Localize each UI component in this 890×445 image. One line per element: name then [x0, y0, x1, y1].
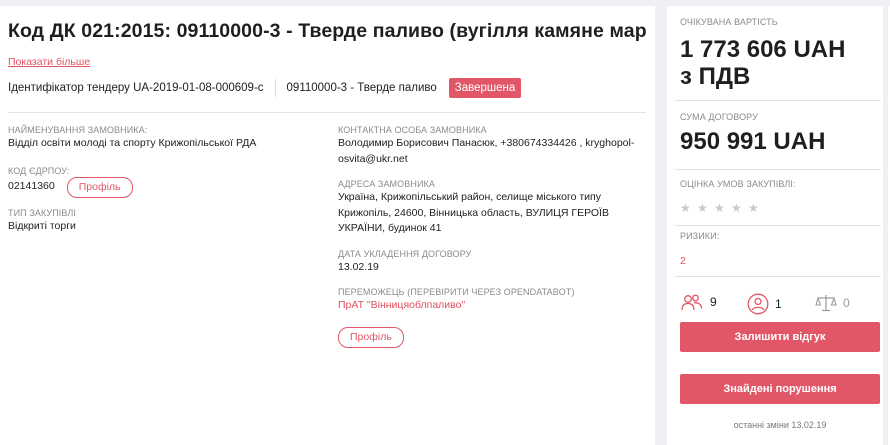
tender-id: Ідентифікатор тендеру UA-2019-01-08-0006… — [8, 82, 264, 94]
customer-info-column: НАЙМЕНУВАННЯ ЗАМОВНИКА: Відділ освіти мо… — [8, 124, 318, 234]
tender-sidebar: ОЧІКУВАНА ВАРТІСТЬ 1 773 606 UAH з ПДВ С… — [667, 6, 883, 445]
customer-name-label: НАЙМЕНУВАННЯ ЗАМОВНИКА: — [8, 125, 148, 135]
disputes-count: 0 — [843, 296, 850, 310]
customer-name-value: Відділ освіти молоді та спорту Крижопіль… — [8, 137, 257, 149]
address-line2: Крижопіль, 24600, Вінницька область, ВУЛ… — [338, 206, 609, 219]
contract-date-label: ДАТА УКЛАДЕННЯ ДОГОВОРУ — [338, 248, 472, 259]
edrpou-row: 02141360 Профіль — [8, 176, 318, 198]
complaints-stat: 1 — [747, 293, 782, 315]
procurement-type-value: Відкриті торги — [8, 219, 76, 232]
expected-value-vat: з ПДВ — [680, 63, 751, 90]
disputes-stat: 0 — [815, 293, 850, 313]
customer-profile-button[interactable]: Профіль — [66, 176, 133, 198]
scales-icon — [815, 293, 837, 313]
participants-count: 9 — [710, 295, 717, 309]
risks-value[interactable]: 2 — [680, 255, 686, 267]
contact-person-label: КОНТАКТНА ОСОБА ЗАМОВНИКА — [338, 125, 487, 135]
star-icon: ★ — [748, 201, 759, 215]
contact-person-line1: Володимир Борисович Панасюк, +3806743344… — [338, 137, 635, 149]
last-change-text: останні зміни 13.02.19 — [733, 420, 827, 430]
found-violations-button[interactable]: Знайдені порушення — [680, 374, 880, 404]
show-more-link[interactable]: Показати більше — [8, 56, 90, 68]
star-icon: ★ — [680, 201, 691, 215]
complaints-count: 1 — [775, 297, 782, 311]
procurement-type-label: ТИП ЗАКУПІВЛІ — [8, 207, 77, 218]
expected-value-amount: 1 773 606 UAH — [680, 36, 846, 63]
address-label: АДРЕСА ЗАМОВНИКА — [338, 179, 435, 189]
edrpou-value: 02141360 — [8, 180, 55, 193]
winner-profile-row: Профіль — [338, 326, 650, 348]
status-badge: Завершена — [448, 78, 522, 98]
contract-sum-label: СУМА ДОГОВОРУ — [680, 112, 758, 122]
tender-main-card: Код ДК 021:2015: 09110000-3 - Тверде пал… — [0, 6, 655, 445]
edrpou-label: КОД ЄДРПОУ: — [8, 165, 70, 176]
contact-info-column: КОНТАКТНА ОСОБА ЗАМОВНИКА Володимир Бори… — [338, 124, 650, 348]
rating-stars: ★ ★ ★ ★ ★ — [680, 202, 760, 214]
tender-cpv: 09110000-3 - Тверде паливо — [286, 82, 437, 94]
address-line3: УКРАЇНИ, будинок 41 — [338, 222, 442, 234]
sidebar-divider — [675, 169, 881, 170]
sidebar-divider — [675, 225, 881, 226]
winner-link[interactable]: ПрАТ "Вінницяоблпаливо" — [338, 298, 650, 314]
star-icon: ★ — [697, 201, 708, 215]
winner-profile-button[interactable]: Профіль — [338, 326, 404, 348]
sidebar-divider — [675, 100, 881, 101]
participants-stat: 9 — [680, 293, 717, 311]
risks-label: РИЗИКИ: — [680, 231, 720, 241]
leave-feedback-button[interactable]: Залишити відгук — [680, 322, 880, 352]
page-title: Код ДК 021:2015: 09110000-3 - Тверде пал… — [8, 20, 648, 42]
contact-person-line2: osvita@ukr.net — [338, 152, 408, 165]
section-divider — [8, 112, 646, 113]
contract-date-value: 13.02.19 — [338, 260, 379, 273]
star-icon: ★ — [714, 201, 725, 215]
address-line1: Україна, Крижопільський район, селище мі… — [338, 191, 601, 203]
expected-value-label: ОЧІКУВАНА ВАРТІСТЬ — [680, 17, 778, 27]
users-icon — [680, 293, 704, 311]
tender-meta-row: Ідентифікатор тендеру UA-2019-01-08-0006… — [8, 76, 522, 100]
star-icon: ★ — [731, 201, 742, 215]
rating-label: ОЦІНКА УМОВ ЗАКУПІВЛІ: — [680, 179, 796, 189]
winner-label: ПЕРЕМОЖЕЦЬ (ПЕРЕВІРИТИ ЧЕРЕЗ OPENDATABOT… — [338, 287, 575, 297]
person-circle-icon — [747, 293, 769, 315]
contract-sum-value: 950 991 UAH — [680, 128, 826, 155]
meta-divider — [274, 79, 276, 97]
sidebar-divider — [675, 276, 881, 277]
